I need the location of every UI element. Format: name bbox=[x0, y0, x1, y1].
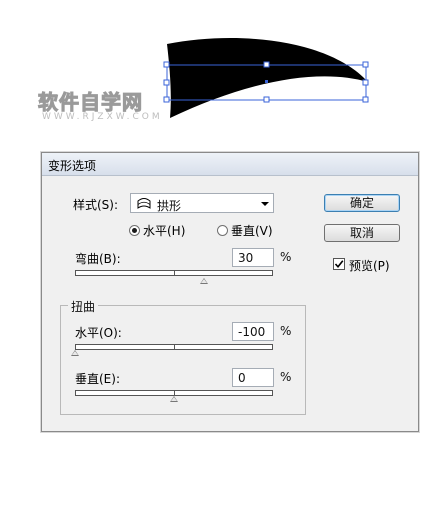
arched-shape bbox=[167, 38, 368, 118]
cancel-button[interactable]: 取消 bbox=[324, 224, 400, 242]
preview-checkbox[interactable] bbox=[333, 258, 345, 270]
vertical-distort-input[interactable]: 0 bbox=[232, 368, 274, 387]
arch-warp-icon bbox=[137, 198, 151, 209]
bend-input[interactable]: 30 bbox=[232, 248, 274, 267]
bend-slider-thumb[interactable] bbox=[200, 278, 208, 284]
watermark-main-text: 软件自学网 bbox=[38, 90, 143, 115]
vertical-distort-percent: % bbox=[280, 370, 292, 384]
checkmark-icon bbox=[334, 260, 344, 269]
horizontal-radio-label[interactable]: 水平(H) bbox=[143, 222, 185, 239]
vertical-distort-thumb[interactable] bbox=[170, 396, 178, 402]
style-select-value: 拱形 bbox=[157, 199, 182, 213]
horizontal-radio[interactable] bbox=[129, 225, 140, 236]
vertical-distort-label: 垂直(E): bbox=[75, 372, 120, 386]
bend-slider-track[interactable] bbox=[75, 270, 273, 276]
chevron-down-icon[interactable] bbox=[261, 202, 269, 206]
center-point bbox=[265, 80, 268, 83]
horizontal-distort-track[interactable] bbox=[75, 344, 273, 350]
vertical-radio[interactable] bbox=[217, 225, 228, 236]
warp-options-dialog: 变形选项 样式(S): 拱形 水平(H) 垂直(V) 弯曲(B): 30 % 扭… bbox=[41, 152, 419, 432]
distortion-group-title: 扭曲 bbox=[68, 298, 99, 315]
dialog-titlebar[interactable]: 变形选项 bbox=[42, 153, 418, 176]
horizontal-distort-percent: % bbox=[280, 324, 292, 338]
dialog-title: 变形选项 bbox=[48, 159, 97, 173]
horizontal-distort-input[interactable]: -100 bbox=[232, 322, 274, 341]
horizontal-distort-label: 水平(O): bbox=[75, 326, 122, 340]
preview-label[interactable]: 预览(P) bbox=[349, 257, 390, 274]
bend-percent: % bbox=[280, 250, 292, 264]
style-label: 样式(S): bbox=[73, 198, 119, 212]
watermark: 软件自学网 WWW.RJZXW.COM bbox=[38, 86, 178, 126]
vertical-radio-label[interactable]: 垂直(V) bbox=[231, 222, 273, 239]
bend-label: 弯曲(B): bbox=[75, 252, 121, 266]
ok-button[interactable]: 确定 bbox=[324, 194, 400, 212]
horizontal-distort-thumb[interactable] bbox=[71, 350, 79, 356]
style-select[interactable]: 拱形 bbox=[130, 193, 274, 213]
watermark-sub-text: WWW.RJZXW.COM bbox=[42, 112, 163, 122]
